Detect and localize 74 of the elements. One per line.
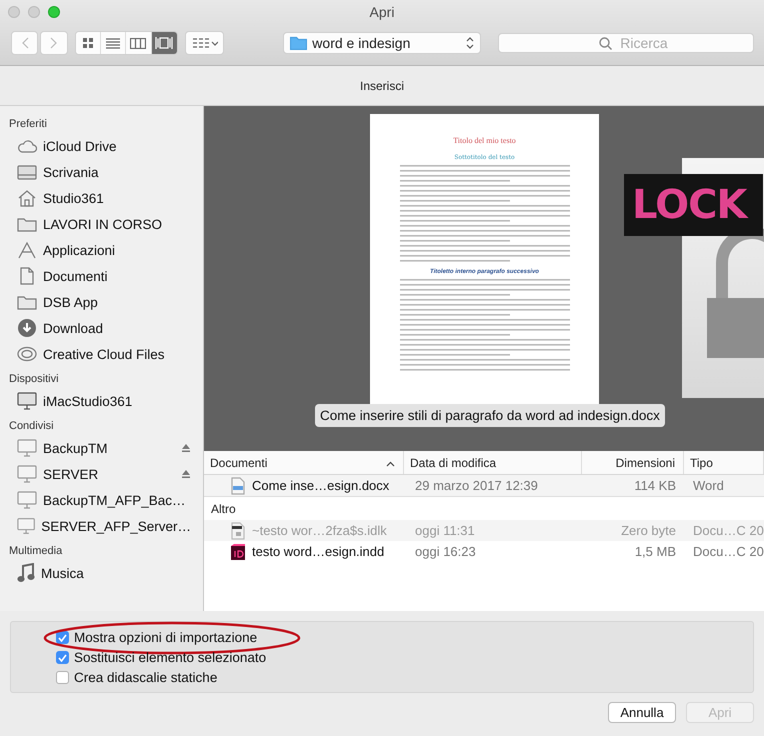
checkbox[interactable] bbox=[56, 671, 69, 684]
computer-icon bbox=[17, 517, 36, 535]
file-row[interactable]: Come inse…esign.docx 29 marzo 2017 12:39 114 KB Word bbox=[204, 475, 764, 496]
folder-icon bbox=[17, 294, 37, 310]
window-title: Apri bbox=[370, 4, 394, 20]
cloud-icon bbox=[17, 139, 37, 153]
sort-caret-icon bbox=[386, 460, 395, 466]
updown-chevron-icon bbox=[466, 36, 474, 50]
eject-icon[interactable] bbox=[181, 469, 191, 479]
music-note-icon bbox=[17, 563, 35, 583]
list-icon bbox=[106, 38, 120, 48]
indesign-file-icon bbox=[230, 542, 246, 560]
computer-icon bbox=[17, 392, 37, 410]
home-icon bbox=[17, 189, 37, 207]
sidebar-item[interactable]: Scrivania bbox=[0, 159, 203, 185]
column-header[interactable]: Documenti bbox=[204, 451, 404, 474]
chevron-left-icon bbox=[20, 37, 29, 49]
folder-icon bbox=[290, 36, 308, 50]
column-header[interactable]: Tipo bbox=[684, 451, 764, 474]
apps-icon bbox=[17, 241, 37, 259]
location-dropdown[interactable]: word e indesign bbox=[283, 32, 481, 54]
creative-cloud-icon bbox=[17, 346, 37, 362]
sidebar-item[interactable]: SERVER_AFP_Server… bbox=[0, 513, 203, 539]
columns-icon bbox=[130, 38, 146, 48]
preview-caption: Come inserire stili di paragrafo da word ad indesign.docx bbox=[315, 404, 665, 427]
zoom-button[interactable] bbox=[48, 6, 60, 18]
sidebar-item[interactable]: LAVORI IN CORSO bbox=[0, 211, 203, 237]
docx-file-icon bbox=[230, 476, 246, 494]
sidebar-item[interactable]: SERVER bbox=[0, 461, 203, 487]
checkmark-icon bbox=[58, 654, 67, 662]
sidebar-item[interactable]: iCloud Drive bbox=[0, 133, 203, 159]
options-header: Inserisci bbox=[360, 78, 404, 92]
sidebar-section-title: Condivisi bbox=[8, 419, 55, 434]
sidebar-section-title: Preferiti bbox=[8, 117, 48, 132]
sidebar-item[interactable]: Documenti bbox=[0, 263, 203, 289]
sidebar-item[interactable]: BackupTM bbox=[0, 435, 203, 461]
sidebar-item[interactable]: Creative Cloud Files bbox=[0, 341, 203, 367]
computer-icon bbox=[17, 491, 37, 509]
dialog-button[interactable]: Annulla bbox=[608, 702, 676, 723]
column-header[interactable]: Data di modifica bbox=[404, 451, 582, 474]
search-field[interactable]: Ricerca bbox=[498, 33, 754, 53]
sidebar-item[interactable]: iMacStudio361 bbox=[0, 388, 203, 414]
checkbox[interactable] bbox=[56, 631, 69, 644]
option-label: Mostra opzioni di importazione bbox=[74, 630, 258, 645]
desktop-icon bbox=[17, 164, 37, 180]
arrange-grid-icon bbox=[192, 37, 218, 49]
sidebar-item[interactable]: Download bbox=[0, 315, 203, 341]
search-icon bbox=[598, 37, 612, 50]
checkmark-icon bbox=[58, 634, 67, 642]
column-header[interactable]: Dimensioni bbox=[582, 451, 684, 474]
sidebar-item[interactable]: BackupTM_AFP_Bac… bbox=[0, 487, 203, 513]
group-title: Altro bbox=[211, 502, 236, 516]
view-mode-button[interactable] bbox=[152, 32, 177, 54]
sidebar-item[interactable]: Musica bbox=[0, 560, 203, 586]
computer-icon bbox=[17, 465, 37, 483]
grid-icon bbox=[82, 37, 94, 49]
sidebar-section-title: Dispositivi bbox=[8, 372, 60, 387]
eject-icon[interactable] bbox=[181, 443, 191, 453]
lock-label: LOCK bbox=[624, 174, 763, 236]
sidebar-item[interactable]: DSB App bbox=[0, 289, 203, 315]
cover-flow-icon bbox=[155, 37, 174, 49]
option-label: Sostituisci elemento selezionato bbox=[74, 650, 266, 665]
folder-icon bbox=[17, 216, 37, 232]
computer-icon bbox=[17, 439, 37, 457]
view-mode-button[interactable] bbox=[76, 32, 101, 54]
chevron-right-icon bbox=[50, 37, 58, 49]
option-label: Crea didascalie statiche bbox=[74, 670, 218, 685]
checkbox[interactable] bbox=[56, 651, 69, 664]
sidebar-section-title: Multimedia bbox=[8, 544, 64, 559]
document-title: Titolo del mio testo bbox=[453, 136, 516, 145]
sidebar-item[interactable]: Studio361 bbox=[0, 185, 203, 211]
locked-file-icon bbox=[230, 522, 246, 540]
download-icon bbox=[17, 318, 37, 338]
sidebar-item[interactable]: Applicazioni bbox=[0, 237, 203, 263]
